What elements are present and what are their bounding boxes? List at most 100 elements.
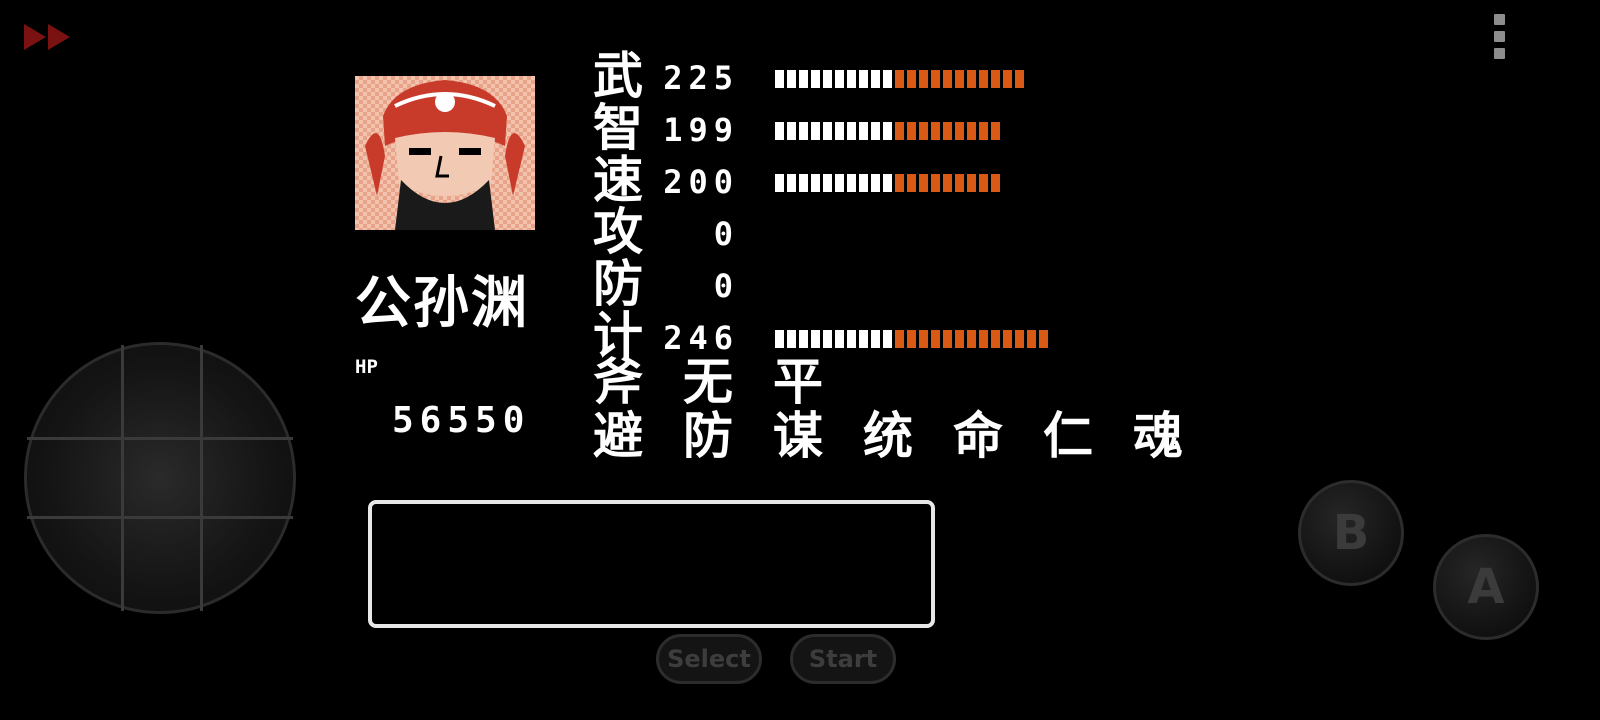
bar-segment-orange (1003, 330, 1012, 348)
general-portrait-icon (355, 76, 535, 230)
bar-segment-orange (895, 70, 904, 88)
bar-segment-white (775, 330, 784, 348)
bar-segment-orange (979, 70, 988, 88)
bar-segment-white (859, 122, 868, 140)
bar-segment-white (847, 70, 856, 88)
bar-segment-orange (907, 70, 916, 88)
skill-item: 防 (683, 407, 733, 465)
bar-segment-white (787, 330, 796, 348)
bar-segment-white (871, 70, 880, 88)
bar-segment-orange (1039, 330, 1048, 348)
stat-label: 速 (593, 151, 643, 209)
bar-segment-white (799, 330, 808, 348)
bar-segment-orange (943, 70, 952, 88)
bar-segment-white (799, 174, 808, 192)
bar-segment-white (811, 70, 820, 88)
equipment-line: 斧无平 (593, 354, 863, 410)
bar-segment-orange (895, 330, 904, 348)
equipment-item: 斧 (593, 353, 643, 411)
bar-segment-orange (955, 70, 964, 88)
skill-item: 避 (593, 407, 643, 465)
bar-segment-white (823, 330, 832, 348)
skill-item: 谋 (773, 407, 823, 465)
stat-bar (775, 70, 1027, 88)
bar-segment-orange (979, 122, 988, 140)
bar-segment-white (811, 122, 820, 140)
stat-bar (775, 122, 1003, 140)
stat-value: 200 (663, 163, 739, 201)
start-button[interactable]: Start (790, 634, 896, 684)
bar-segment-orange (907, 174, 916, 192)
bar-segment-white (775, 174, 784, 192)
bar-segment-white (787, 70, 796, 88)
b-button[interactable]: B (1298, 480, 1404, 586)
stat-value: 225 (663, 59, 739, 97)
bar-segment-white (847, 330, 856, 348)
bar-segment-white (859, 70, 868, 88)
stat-value: 199 (663, 111, 739, 149)
bar-segment-orange (907, 122, 916, 140)
skill-item: 命 (953, 407, 1003, 465)
a-button[interactable]: A (1433, 534, 1539, 640)
bar-segment-orange (943, 330, 952, 348)
bar-segment-white (823, 122, 832, 140)
bar-segment-orange (1027, 330, 1036, 348)
bar-segment-white (811, 174, 820, 192)
bar-segment-orange (931, 70, 940, 88)
stat-label: 攻 (593, 203, 643, 261)
bar-segment-orange (919, 330, 928, 348)
bar-segment-white (847, 122, 856, 140)
bar-segment-white (799, 122, 808, 140)
bar-segment-orange (931, 330, 940, 348)
bar-segment-orange (931, 122, 940, 140)
bar-segment-white (823, 70, 832, 88)
bar-segment-orange (1003, 70, 1012, 88)
bar-segment-orange (931, 174, 940, 192)
bar-segment-white (847, 174, 856, 192)
skill-item: 统 (863, 407, 913, 465)
more-vertical-icon[interactable] (1494, 14, 1506, 60)
stat-value: 246 (663, 319, 739, 357)
stat-label: 防 (593, 255, 643, 313)
bar-segment-orange (991, 122, 1000, 140)
stat-label: 智 (593, 99, 643, 157)
bar-segment-orange (991, 70, 1000, 88)
bar-segment-orange (895, 174, 904, 192)
bar-segment-white (835, 70, 844, 88)
bar-segment-orange (1015, 330, 1024, 348)
bar-segment-orange (955, 122, 964, 140)
bar-segment-white (883, 70, 892, 88)
dpad-vertical[interactable] (121, 345, 203, 611)
bar-segment-orange (967, 174, 976, 192)
bar-segment-white (835, 330, 844, 348)
bar-segment-white (871, 122, 880, 140)
bar-segment-white (835, 122, 844, 140)
bar-segment-white (775, 70, 784, 88)
bar-segment-white (883, 330, 892, 348)
bar-segment-orange (895, 122, 904, 140)
stat-bar (775, 174, 1003, 192)
bar-segment-orange (979, 330, 988, 348)
bar-segment-white (811, 330, 820, 348)
fast-forward-icon[interactable] (24, 22, 74, 52)
bar-segment-white (871, 330, 880, 348)
dpad[interactable] (24, 342, 296, 614)
stat-bar (775, 330, 1051, 348)
bar-segment-orange (943, 174, 952, 192)
hero-name: 公孙渊 (355, 271, 529, 336)
equipment-item: 平 (773, 353, 823, 411)
bar-segment-orange (919, 174, 928, 192)
stat-value: 0 (713, 267, 739, 305)
bar-segment-white (883, 174, 892, 192)
select-button[interactable]: Select (656, 634, 762, 684)
bar-segment-white (823, 174, 832, 192)
skill-item: 魂 (1133, 407, 1183, 465)
bar-segment-orange (967, 330, 976, 348)
skills-line: 避防谋统命仁魂 (593, 408, 1223, 464)
bar-segment-white (787, 174, 796, 192)
bar-segment-white (799, 70, 808, 88)
bar-segment-orange (943, 122, 952, 140)
bar-segment-orange (991, 330, 1000, 348)
bar-segment-white (871, 174, 880, 192)
equipment-item: 无 (683, 353, 733, 411)
